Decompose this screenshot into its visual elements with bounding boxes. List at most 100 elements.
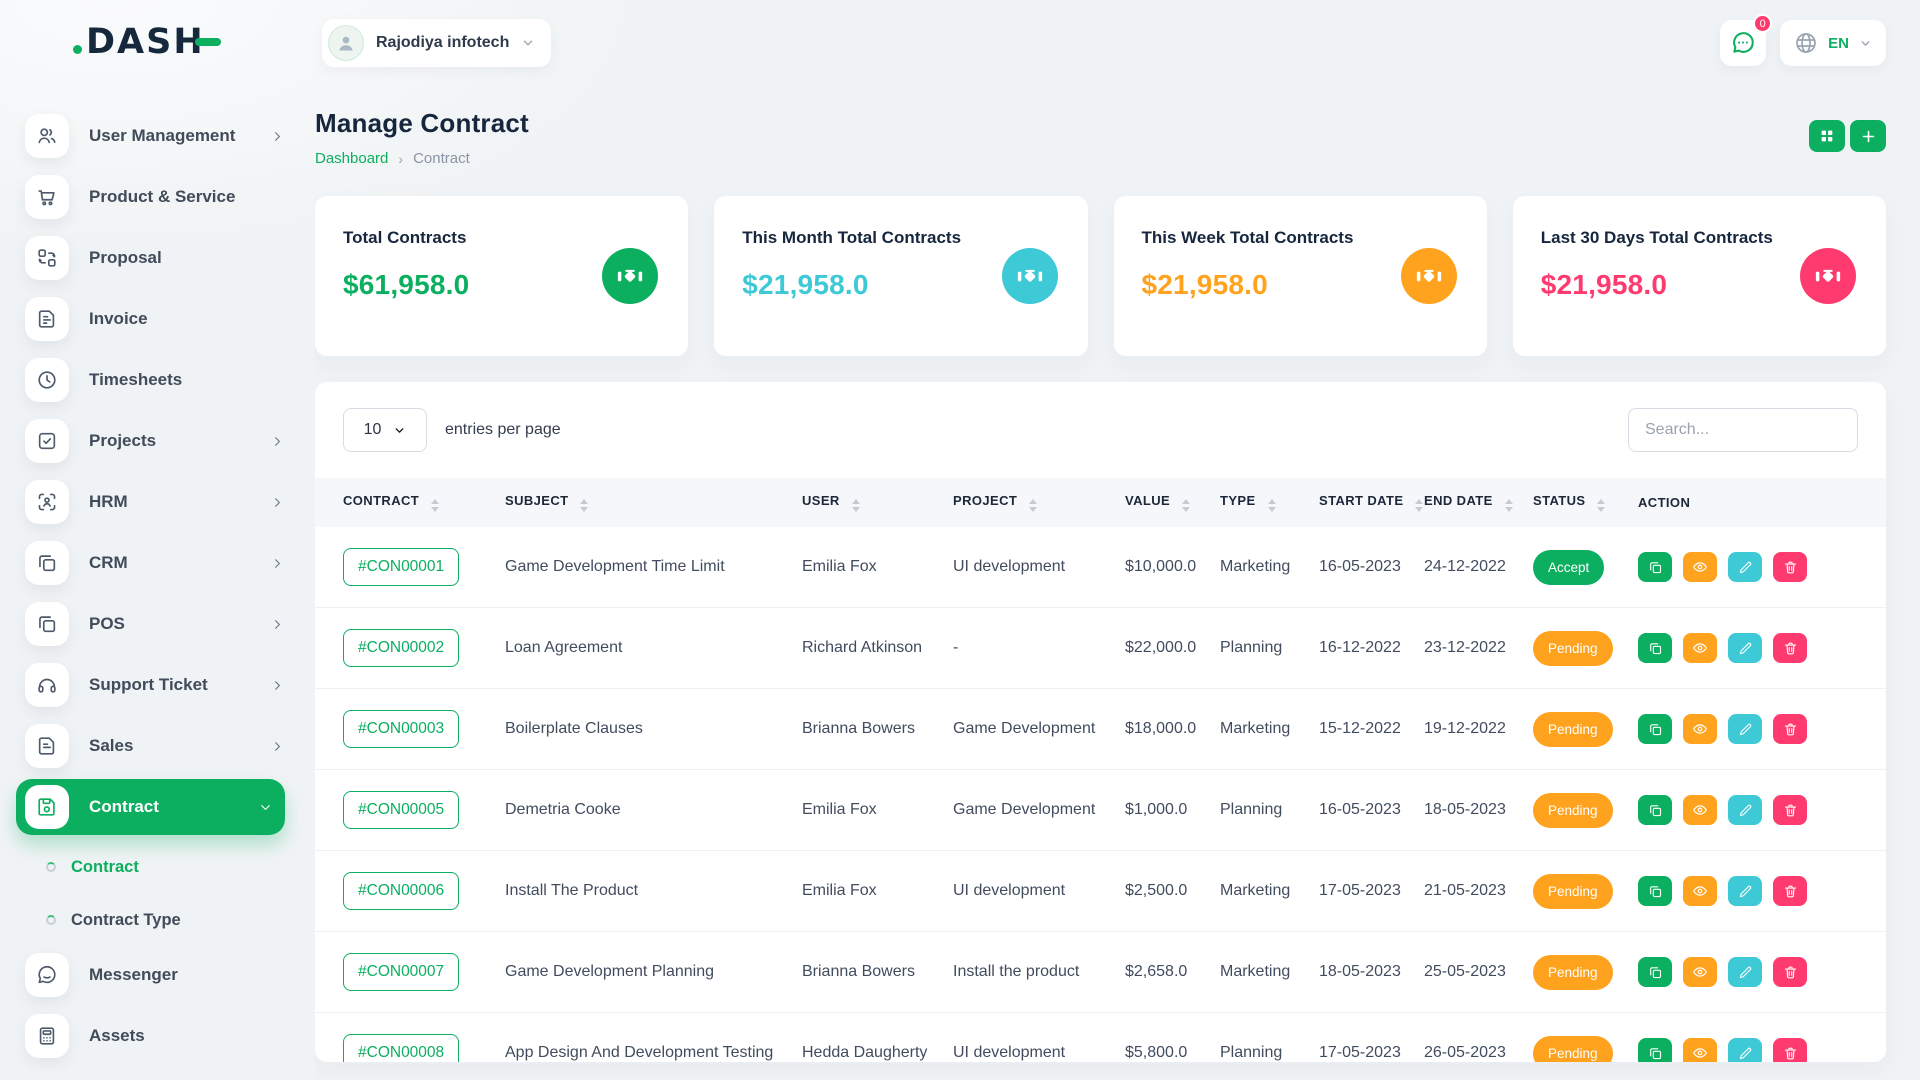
contract-id-link[interactable]: #CON00008 [343, 1034, 459, 1062]
delete-button[interactable] [1773, 957, 1807, 987]
sidebar-item-projects[interactable]: Projects [16, 419, 285, 463]
column-header-subject[interactable]: SUBJECT [505, 478, 802, 527]
table-body: #CON00001Game Development Time LimitEmil… [315, 527, 1886, 1062]
edit-button[interactable] [1728, 633, 1762, 663]
grid-view-button[interactable] [1809, 120, 1845, 152]
view-button[interactable] [1683, 876, 1717, 906]
delete-button[interactable] [1773, 795, 1807, 825]
edit-button[interactable] [1728, 795, 1762, 825]
contract-id-link[interactable]: #CON00002 [343, 629, 459, 667]
view-button[interactable] [1683, 1038, 1717, 1062]
edit-button[interactable] [1728, 552, 1762, 582]
duplicate-button[interactable] [1638, 714, 1672, 744]
project-cell: UI development [953, 851, 1125, 932]
delete-button[interactable] [1773, 876, 1807, 906]
duplicate-button[interactable] [1638, 957, 1672, 987]
entries-per-page-select[interactable]: 10 [343, 408, 427, 452]
pencil-icon [1738, 884, 1753, 899]
edit-button[interactable] [1728, 714, 1762, 744]
sidebar-item-hrm[interactable]: HRM [16, 480, 285, 524]
sort-icon [1505, 499, 1513, 512]
sidebar-item-product-service[interactable]: Product & Service [16, 175, 285, 219]
duplicate-button[interactable] [1638, 1038, 1672, 1062]
column-header-end-date[interactable]: END DATE [1424, 478, 1533, 527]
sidebar-item-timesheets[interactable]: Timesheets [16, 358, 285, 402]
search-input[interactable] [1628, 408, 1858, 452]
edit-button[interactable] [1728, 957, 1762, 987]
duplicate-button[interactable] [1638, 876, 1672, 906]
sidebar-subitem-contract[interactable]: Contract [16, 847, 285, 887]
status-badge: Pending [1533, 712, 1613, 747]
column-header-contract[interactable]: CONTRACT [315, 478, 505, 527]
status-badge: Accept [1533, 550, 1604, 585]
circle-icon [46, 862, 56, 872]
subject-cell: Boilerplate Clauses [505, 689, 802, 770]
project-cell: Game Development [953, 770, 1125, 851]
contract-id-link[interactable]: #CON00005 [343, 791, 459, 829]
view-button[interactable] [1683, 714, 1717, 744]
type-cell: Marketing [1220, 932, 1319, 1013]
table-row: #CON00008App Design And Development Test… [315, 1013, 1886, 1063]
sidebar-item-sales[interactable]: Sales [16, 724, 285, 768]
add-contract-button[interactable] [1850, 120, 1886, 152]
column-header-start-date[interactable]: START DATE [1319, 478, 1424, 527]
language-selector[interactable]: EN [1780, 20, 1886, 66]
value-cell: $5,800.0 [1125, 1013, 1220, 1063]
delete-button[interactable] [1773, 633, 1807, 663]
projects-icon [25, 419, 69, 463]
edit-button[interactable] [1728, 1038, 1762, 1062]
workspace-selector[interactable]: Rajodiya infotech [322, 19, 551, 67]
sidebar-item-crm[interactable]: CRM [16, 541, 285, 585]
sidebar-item-user-management[interactable]: User Management [16, 114, 285, 158]
sidebar-menu: User Management Product & Service Proposal… [16, 114, 285, 1058]
column-header-type[interactable]: TYPE [1220, 478, 1319, 527]
contract-id-link[interactable]: #CON00007 [343, 953, 459, 991]
sort-icon [431, 499, 439, 512]
column-header-status[interactable]: STATUS [1533, 478, 1638, 527]
edit-button[interactable] [1728, 876, 1762, 906]
view-button[interactable] [1683, 795, 1717, 825]
sidebar-item-support-ticket[interactable]: Support Ticket [16, 663, 285, 707]
sidebar-item-contract[interactable]: Contract [16, 779, 285, 835]
contract-id-link[interactable]: #CON00006 [343, 872, 459, 910]
contract-id-link[interactable]: #CON00003 [343, 710, 459, 748]
view-button[interactable] [1683, 957, 1717, 987]
copy-icon [1648, 884, 1663, 899]
duplicate-button[interactable] [1638, 795, 1672, 825]
breadcrumb: Dashboard › Contract [315, 150, 529, 167]
duplicate-button[interactable] [1638, 633, 1672, 663]
workspace-name: Rajodiya infotech [376, 34, 509, 52]
sidebar-item-assets[interactable]: Assets [16, 1014, 285, 1058]
value-cell: $18,000.0 [1125, 689, 1220, 770]
delete-button[interactable] [1773, 1038, 1807, 1062]
messages-button[interactable]: 0 [1720, 20, 1766, 66]
delete-button[interactable] [1773, 552, 1807, 582]
view-button[interactable] [1683, 633, 1717, 663]
contract-id-link[interactable]: #CON00001 [343, 548, 459, 586]
sidebar-item-pos[interactable]: POS [16, 602, 285, 646]
copy-icon [1648, 641, 1663, 656]
page-title: Manage Contract [315, 108, 529, 139]
sidebar-item-messenger[interactable]: Messenger [16, 953, 285, 997]
column-header-user[interactable]: USER [802, 478, 953, 527]
subject-cell: Game Development Time Limit [505, 527, 802, 608]
copy-icon [1648, 722, 1663, 737]
type-cell: Marketing [1220, 689, 1319, 770]
sidebar-item-invoice[interactable]: Invoice [16, 297, 285, 341]
type-cell: Planning [1220, 608, 1319, 689]
main-content: Manage Contract Dashboard › Contract [315, 86, 1920, 1080]
stat-cards: Total Contracts$61,958.0This Month Total… [315, 196, 1886, 356]
logo-dot [73, 45, 82, 54]
status-badge: Pending [1533, 1036, 1613, 1063]
sidebar-subitem-contract-type[interactable]: Contract Type [16, 900, 285, 940]
table-row: #CON00006Install The ProductEmilia FoxUI… [315, 851, 1886, 932]
column-header-project[interactable]: PROJECT [953, 478, 1125, 527]
floppy-icon [25, 785, 69, 829]
column-header-value[interactable]: VALUE [1125, 478, 1220, 527]
duplicate-button[interactable] [1638, 552, 1672, 582]
sidebar-item-proposal[interactable]: Proposal [16, 236, 285, 280]
delete-button[interactable] [1773, 714, 1807, 744]
view-button[interactable] [1683, 552, 1717, 582]
breadcrumb-dashboard-link[interactable]: Dashboard [315, 150, 388, 167]
sort-icon [1415, 499, 1423, 512]
